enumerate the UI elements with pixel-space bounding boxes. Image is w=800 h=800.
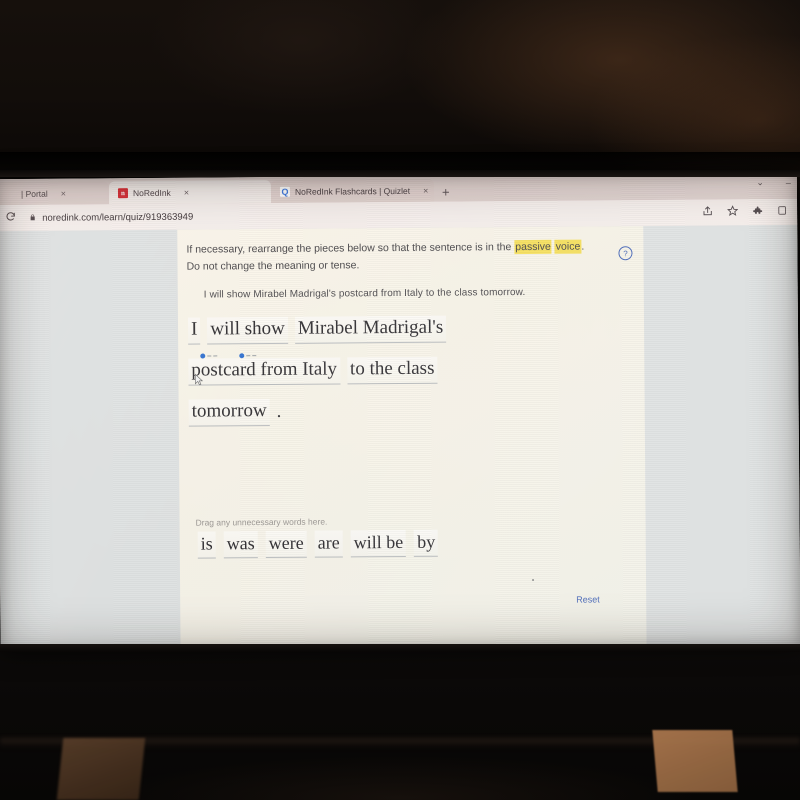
page-viewport: If necessary, rearrange the pieces below…	[0, 224, 800, 652]
bank-word-tile[interactable]: were	[265, 530, 307, 559]
drag-dash	[246, 354, 251, 357]
laptop-screen: | Portal × n NoRedInk × Q NoRedInk Flash…	[0, 172, 800, 652]
chevron-down-icon[interactable]: ⌄	[756, 177, 764, 188]
browser-tab-noredink[interactable]: n NoRedInk ×	[108, 180, 272, 205]
bank-word-tile[interactable]: is	[197, 531, 216, 559]
instruction-text-pre: If necessary, rearrange the pieces below…	[186, 241, 515, 256]
word-tile[interactable]: tomorrow	[188, 399, 270, 427]
drag-handle-dots	[200, 353, 257, 359]
laptop-bezel-bottom	[0, 644, 800, 652]
answer-row: postcard from Italy to the class	[188, 356, 548, 386]
instruction-highlight-voice: voice	[554, 239, 582, 254]
reset-button[interactable]: Reset	[576, 594, 600, 604]
minimize-icon[interactable]: –	[786, 177, 791, 187]
new-tab-button[interactable]: +	[434, 185, 458, 202]
tab-title: NoRedInk Flashcards | Quizlet	[294, 185, 411, 197]
url-text: noredink.com/learn/quiz/919363949	[42, 211, 194, 224]
instruction-highlight-passive: passive	[514, 239, 552, 255]
drag-dot	[200, 353, 206, 359]
drag-dash	[213, 355, 218, 357]
share-icon[interactable]	[702, 206, 713, 220]
lock-icon	[29, 212, 36, 223]
word-tile[interactable]: I	[187, 317, 201, 345]
toolbar-actions	[702, 205, 789, 220]
quiz-instruction: If necessary, rearrange the pieces below…	[186, 239, 586, 276]
answer-row: tomorrow .	[188, 397, 549, 427]
laptop-bezel-top	[0, 170, 800, 177]
drag-dot-group	[239, 353, 257, 359]
bank-word-tile[interactable]: was	[223, 531, 258, 559]
answer-area[interactable]: I will show Mirabel Madrigal's postcard …	[187, 315, 549, 441]
mouse-cursor	[194, 373, 204, 387]
browser-window: | Portal × n NoRedInk × Q NoRedInk Flash…	[0, 172, 800, 652]
address-bar[interactable]: noredink.com/learn/quiz/919363949	[25, 204, 693, 226]
extensions-puzzle-icon[interactable]	[752, 205, 763, 219]
reload-icon[interactable]	[5, 211, 16, 225]
tab-title: | Portal	[20, 188, 48, 199]
desk-object-right	[652, 730, 738, 792]
word-bank-label: Drag any unnecessary words here.	[195, 516, 328, 528]
close-icon[interactable]: ×	[184, 187, 189, 197]
portal-icon	[6, 189, 16, 199]
quizlet-icon: Q	[279, 186, 291, 197]
terminal-punctuation: .	[276, 400, 282, 422]
close-icon[interactable]: ×	[423, 185, 428, 195]
screen-artifact	[532, 578, 535, 581]
close-icon[interactable]: ×	[61, 188, 66, 198]
noredink-icon: n	[117, 187, 129, 198]
bank-word-tile[interactable]: by	[414, 529, 439, 557]
source-sentence: I will show Mirabel Madrigal's postcard …	[203, 287, 526, 301]
tab-title: NoRedInk	[132, 187, 171, 198]
answer-row: I will show Mirabel Madrigal's	[187, 315, 548, 359]
drag-dash	[252, 354, 257, 357]
bookmark-star-icon[interactable]	[726, 205, 739, 219]
bank-word-tile[interactable]: are	[314, 530, 343, 558]
profile-icon[interactable]	[777, 205, 787, 219]
browser-tab-quizlet[interactable]: Q NoRedInk Flashcards | Quizlet ×	[270, 178, 435, 204]
word-tile[interactable]: will show	[207, 316, 288, 345]
bank-word-tile[interactable]: will be	[350, 529, 407, 558]
drag-dash	[207, 355, 212, 357]
desk-object-left	[56, 738, 146, 800]
word-bank[interactable]: is was were are will be by	[197, 529, 439, 559]
help-icon[interactable]: ?	[618, 246, 633, 261]
drag-dot	[239, 353, 245, 359]
quiz-card: If necessary, rearrange the pieces below…	[177, 226, 647, 650]
word-tile[interactable]: Mirabel Madrigal's	[294, 315, 447, 344]
browser-tab-portal[interactable]: | Portal ×	[0, 181, 110, 206]
word-tile[interactable]: to the class	[346, 356, 438, 385]
drag-dot-group	[200, 353, 218, 359]
word-tile[interactable]: postcard from Italy	[188, 357, 341, 386]
window-controls: ⌄ –	[756, 177, 791, 188]
